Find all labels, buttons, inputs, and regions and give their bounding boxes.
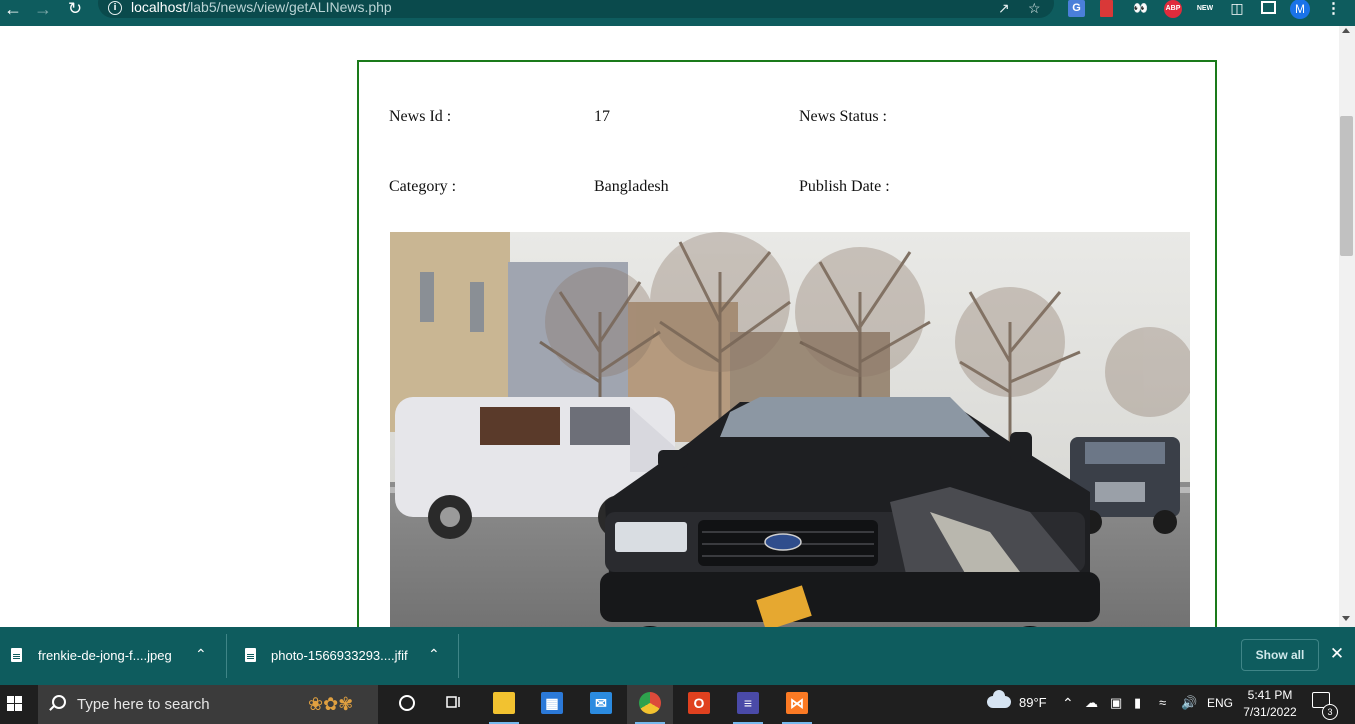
- url-path: /lab5/news/view/getALINews.php: [186, 0, 392, 15]
- chevron-up-icon[interactable]: ⌃: [1062, 695, 1074, 711]
- chrome-icon: [639, 692, 661, 714]
- scroll-up-arrow-icon[interactable]: [1342, 28, 1350, 33]
- taskbar-microsoft-store[interactable]: ▦: [529, 685, 575, 724]
- taskbar-xampp[interactable]: ⋈: [774, 685, 820, 724]
- notification-count-badge: 3: [1322, 704, 1338, 720]
- language-indicator[interactable]: ENG: [1207, 695, 1233, 711]
- news-status-label: News Status :: [799, 108, 887, 125]
- page-content: News Id : 17 News Status : Category : Ba…: [0, 26, 1339, 627]
- news-id-value: 17: [594, 108, 610, 125]
- show-all-downloads-button[interactable]: Show all: [1241, 639, 1319, 671]
- windows-taskbar: Type here to search ❀✿✾ ▦ ✉ O ≡ ⋈ 89°F ⌃…: [0, 685, 1355, 724]
- forward-arrow-icon[interactable]: →: [32, 0, 54, 18]
- eyes-extension-icon[interactable]: 👀: [1131, 0, 1150, 17]
- publish-date-label: Publish Date :: [799, 178, 890, 195]
- scroll-thumb[interactable]: [1340, 116, 1353, 256]
- address-bar[interactable]: i localhost/lab5/news/view/getALINews.ph…: [98, 0, 1054, 18]
- mail-icon: ✉: [590, 692, 612, 714]
- category-label: Category :: [389, 178, 457, 195]
- clock-time: 5:41 PM: [1247, 688, 1293, 702]
- battery-icon[interactable]: ▮: [1134, 695, 1141, 711]
- clock-date: 7/31/2022: [1243, 705, 1297, 719]
- taskbar-file-explorer[interactable]: [481, 685, 527, 724]
- task-view-icon: [446, 696, 460, 708]
- page-scrollbar[interactable]: [1339, 26, 1355, 627]
- download-item[interactable]: frenkie-de-jong-f....jpeg ⌃: [0, 627, 226, 685]
- file-icon: [11, 648, 22, 662]
- extensions-puzzle-icon[interactable]: ◫: [1228, 0, 1246, 17]
- divider: [458, 634, 459, 678]
- scroll-down-arrow-icon[interactable]: [1342, 616, 1350, 621]
- weather-cloud-icon[interactable]: [987, 690, 1011, 708]
- share-icon[interactable]: ↗: [998, 0, 1010, 16]
- url-host: localhost: [131, 0, 187, 15]
- windows-start-icon[interactable]: [0, 685, 38, 724]
- url-text[interactable]: localhost/lab5/news/view/getALINews.php: [131, 0, 392, 16]
- wifi-icon[interactable]: ≈: [1159, 695, 1166, 711]
- download-filename[interactable]: photo-1566933293....jfif: [271, 648, 408, 664]
- meet-now-icon[interactable]: ▣: [1110, 695, 1122, 711]
- adblock-plus-icon[interactable]: ABP: [1164, 0, 1182, 18]
- download-item[interactable]: photo-1566933293....jfif ⌃: [227, 627, 458, 685]
- cortana-icon: [399, 695, 415, 711]
- site-info-icon[interactable]: i: [108, 1, 122, 15]
- bookmark-star-icon[interactable]: ☆: [1028, 0, 1041, 16]
- profile-avatar[interactable]: M: [1290, 0, 1310, 19]
- file-explorer-icon: [493, 692, 515, 714]
- taskbar-mail[interactable]: ✉: [578, 685, 624, 724]
- reload-icon[interactable]: ↻: [64, 0, 86, 18]
- new-badge-extension-icon[interactable]: NEW: [1194, 0, 1216, 17]
- taskbar-calculator-app[interactable]: ≡: [725, 685, 771, 724]
- calculator-app-icon: ≡: [737, 692, 759, 714]
- taskbar-clock[interactable]: 5:41 PM 7/31/2022: [1236, 687, 1304, 721]
- news-id-label: News Id :: [389, 108, 452, 125]
- taskbar-chrome[interactable]: [627, 685, 673, 724]
- search-icon: [52, 695, 66, 709]
- cortana-button[interactable]: [390, 685, 420, 724]
- xampp-icon: ⋈: [786, 692, 808, 714]
- side-panel-icon[interactable]: [1261, 1, 1276, 14]
- news-image-illustration: [390, 232, 1190, 627]
- news-card: News Id : 17 News Status : Category : Ba…: [357, 60, 1217, 627]
- close-icon[interactable]: ✕: [1329, 645, 1345, 663]
- download-shelf: frenkie-de-jong-f....jpeg ⌃ photo-156693…: [0, 627, 1355, 685]
- more-menu-icon[interactable]: ⋮: [1326, 0, 1341, 17]
- office-icon: O: [688, 692, 710, 714]
- back-arrow-icon[interactable]: ←: [2, 0, 24, 18]
- weather-temperature[interactable]: 89°F: [1019, 695, 1047, 711]
- microsoft-store-icon: ▦: [541, 692, 563, 714]
- taskbar-search-input[interactable]: Type here to search ❀✿✾: [38, 685, 378, 724]
- search-highlight-illustration: ❀✿✾: [308, 694, 354, 714]
- volume-icon[interactable]: 🔊: [1181, 695, 1197, 711]
- download-filename[interactable]: frenkie-de-jong-f....jpeg: [38, 648, 172, 664]
- taskbar-office[interactable]: O: [676, 685, 722, 724]
- browser-toolbar: ← → ↻ i localhost/lab5/news/view/getALIN…: [0, 0, 1355, 26]
- chevron-up-icon[interactable]: ⌃: [428, 646, 440, 662]
- bookmark-extension-icon[interactable]: [1100, 0, 1113, 17]
- category-value: Bangladesh: [594, 178, 669, 195]
- news-image: [390, 232, 1190, 627]
- search-placeholder: Type here to search: [77, 696, 210, 713]
- chevron-up-icon[interactable]: ⌃: [195, 646, 207, 662]
- task-view-button[interactable]: [440, 685, 470, 724]
- file-icon: [245, 648, 256, 662]
- onedrive-cloud-icon[interactable]: ☁: [1085, 695, 1098, 711]
- google-translate-icon[interactable]: G: [1068, 0, 1085, 17]
